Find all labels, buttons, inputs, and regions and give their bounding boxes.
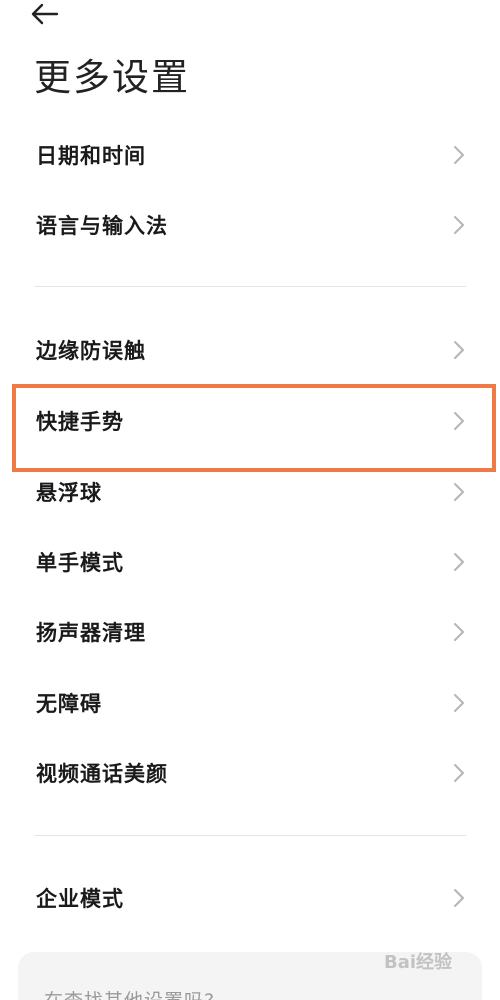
- settings-item-label: 快捷手势: [36, 410, 124, 434]
- chevron-right-icon: [454, 889, 464, 907]
- more-settings-screen: 更多设置 日期和时间 语言与输入法 边缘防误触 快捷手势 悬浮球 单手模式 扬声…: [0, 0, 500, 1000]
- settings-item-speaker-cleaning[interactable]: 扬声器清理: [0, 597, 500, 667]
- chevron-right-icon: [454, 216, 464, 234]
- settings-item-label: 单手模式: [36, 551, 124, 575]
- settings-item-label: 悬浮球: [36, 481, 102, 505]
- settings-item-label: 无障碍: [36, 692, 102, 716]
- settings-item-quick-gestures[interactable]: 快捷手势: [0, 386, 500, 456]
- chevron-right-icon: [454, 483, 464, 501]
- chevron-right-icon: [454, 764, 464, 782]
- settings-item-date-time[interactable]: 日期和时间: [0, 120, 500, 190]
- chevron-right-icon: [454, 412, 464, 430]
- back-arrow-icon: [31, 3, 59, 25]
- watermark-text: Bai经验: [384, 952, 453, 973]
- settings-item-accessibility[interactable]: 无障碍: [0, 668, 500, 738]
- settings-item-video-call-beauty[interactable]: 视频通话美颜: [0, 738, 500, 808]
- chevron-right-icon: [454, 553, 464, 571]
- chevron-right-icon: [454, 341, 464, 359]
- settings-item-enterprise-mode[interactable]: 企业模式: [0, 863, 500, 933]
- settings-item-one-handed-mode[interactable]: 单手模式: [0, 527, 500, 597]
- section-divider: [34, 835, 466, 836]
- settings-item-edge-protection[interactable]: 边缘防误触: [0, 315, 500, 385]
- settings-item-label: 语言与输入法: [36, 214, 168, 238]
- suggestion-text: 在查找其他设置吗?: [44, 986, 215, 1000]
- settings-item-label: 边缘防误触: [36, 339, 146, 363]
- page-title: 更多设置: [34, 56, 190, 99]
- settings-item-label: 企业模式: [36, 887, 124, 911]
- back-button[interactable]: [30, 0, 70, 28]
- section-divider: [34, 286, 466, 287]
- settings-item-language-input[interactable]: 语言与输入法: [0, 190, 500, 260]
- settings-item-label: 日期和时间: [36, 144, 146, 168]
- chevron-right-icon: [454, 623, 464, 641]
- chevron-right-icon: [454, 146, 464, 164]
- settings-item-label: 扬声器清理: [36, 621, 146, 645]
- chevron-right-icon: [454, 694, 464, 712]
- settings-item-label: 视频通话美颜: [36, 762, 168, 786]
- baidu-jingyan-watermark: Bai经验: [384, 940, 484, 980]
- settings-item-floating-ball[interactable]: 悬浮球: [0, 457, 500, 527]
